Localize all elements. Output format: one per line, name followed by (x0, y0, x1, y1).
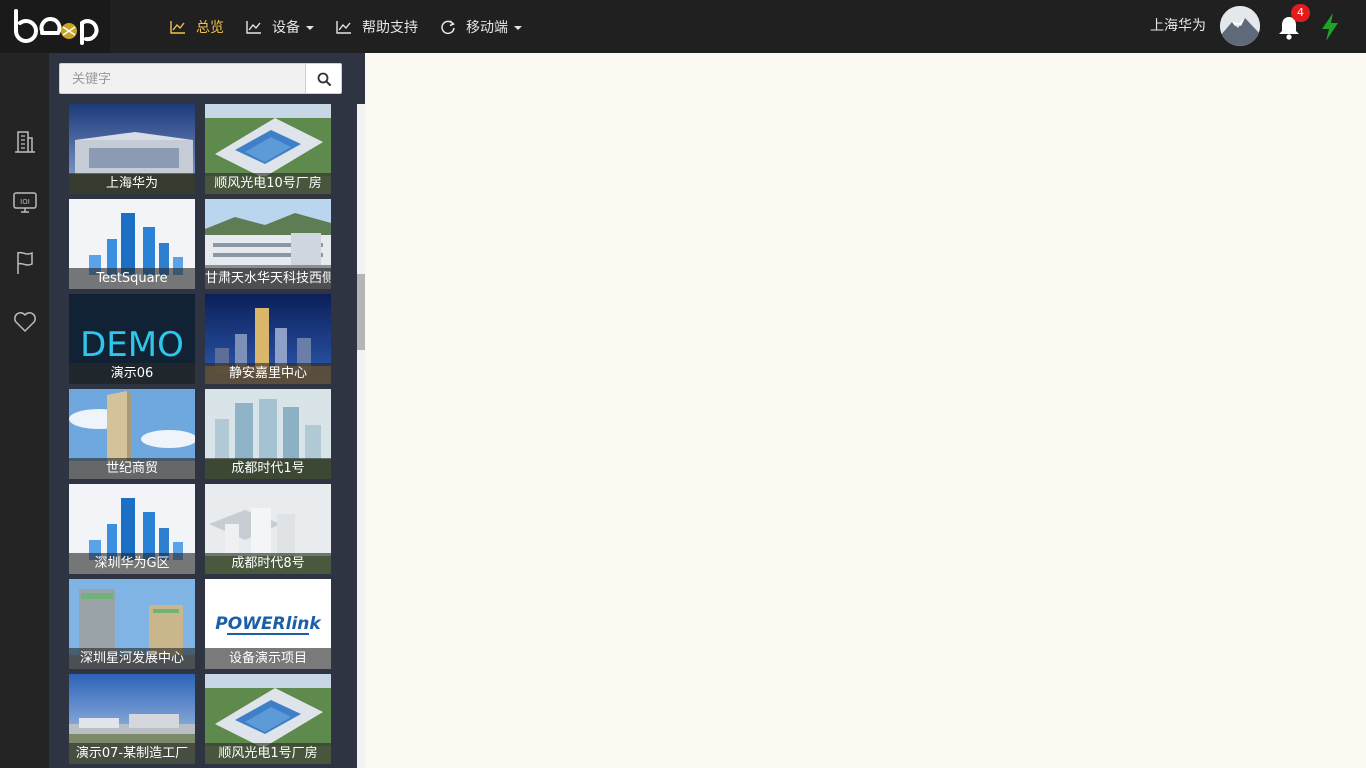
project-panel-scrollbar[interactable] (357, 104, 365, 768)
notification-badge: 4 (1291, 4, 1310, 22)
project-panel: 上海华为 顺风光电10号厂房 Te (49, 53, 365, 768)
search-box (59, 63, 342, 94)
avatar[interactable] (1220, 6, 1260, 46)
project-label: 演示07-某制造工厂 (69, 743, 195, 764)
beep-logo-icon (14, 9, 99, 45)
project-label: 顺风光电10号厂房 (205, 173, 331, 194)
nav-help-label: 帮助支持 (362, 19, 418, 36)
svg-text:IOI: IOI (20, 198, 30, 206)
project-card[interactable]: TestSquare (69, 199, 195, 289)
project-label: 深圳华为G区 (69, 553, 195, 574)
power-status[interactable] (1320, 12, 1340, 46)
main-nav: 总览 设备 帮助支持 移动端 (170, 0, 544, 53)
nav-mobile-label: 移动端 (466, 19, 508, 36)
project-card[interactable]: 甘肃天水华天科技西侧 (205, 199, 331, 289)
project-label: 甘肃天水华天科技西侧 (205, 268, 331, 289)
nav-overview-label: 总览 (196, 19, 224, 36)
project-label: 顺风光电1号厂房 (205, 743, 331, 764)
project-card[interactable]: 上海华为 (69, 104, 195, 194)
powerlink-logo-text: POWERlink (215, 614, 322, 634)
top-navbar: 总览 设备 帮助支持 移动端 上海华为 4 (0, 0, 1366, 53)
project-card[interactable]: 顺风光电1号厂房 (205, 674, 331, 764)
project-card[interactable]: POWERlink 设备演示项目 (205, 579, 331, 669)
search-icon (317, 72, 331, 86)
project-card[interactable]: 顺风光电10号厂房 (205, 104, 331, 194)
left-rail: IOI (0, 53, 49, 768)
project-card[interactable]: 深圳星河发展中心 (69, 579, 195, 669)
project-card[interactable]: 成都时代1号 (205, 389, 331, 479)
rail-flag-button[interactable] (12, 249, 38, 275)
project-label: 世纪商贸 (69, 458, 195, 479)
search-button[interactable] (305, 63, 342, 94)
line-chart-icon (336, 20, 351, 34)
project-label: 演示06 (69, 363, 195, 384)
nav-devices-label: 设备 (272, 19, 300, 36)
project-label: 成都时代1号 (205, 458, 331, 479)
rail-monitor-button[interactable]: IOI (12, 189, 38, 215)
chevron-down-icon (514, 25, 522, 30)
user-name[interactable]: 上海华为 (1150, 0, 1206, 53)
line-chart-icon (246, 20, 261, 34)
project-card[interactable]: DEMO 演示06 (69, 294, 195, 384)
project-card[interactable]: 世纪商贸 (69, 389, 195, 479)
monitor-icon: IOI (13, 192, 37, 213)
project-label: 设备演示项目 (205, 648, 331, 669)
project-label: 静安嘉里中心 (205, 363, 331, 384)
rail-buildings-button[interactable] (12, 128, 38, 154)
refresh-icon (441, 19, 455, 34)
project-card[interactable]: 演示07-某制造工厂 (69, 674, 195, 764)
heart-icon (14, 312, 36, 332)
mountain-avatar-icon (1220, 6, 1260, 46)
rail-favorites-button[interactable] (12, 309, 38, 335)
project-label: TestSquare (69, 268, 195, 289)
logo[interactable] (0, 0, 110, 53)
nav-help[interactable]: 帮助支持 (336, 0, 418, 53)
project-grid: 上海华为 顺风光电10号厂房 TestSquare 甘肃天水华天科技西侧 DEM… (69, 104, 339, 768)
project-label: 成都时代8号 (205, 553, 331, 574)
demo-logo-text: DEMO (80, 325, 184, 365)
project-label: 深圳星河发展中心 (69, 648, 195, 669)
line-chart-icon (170, 20, 185, 34)
building-icon (15, 131, 35, 153)
scrollbar-thumb[interactable] (357, 274, 365, 350)
flag-icon (17, 251, 33, 274)
nav-overview[interactable]: 总览 (170, 0, 224, 53)
nav-mobile[interactable]: 移动端 (440, 0, 522, 53)
project-card[interactable]: 成都时代8号 (205, 484, 331, 574)
main-content (365, 53, 1366, 768)
chevron-down-icon (306, 25, 314, 30)
nav-devices[interactable]: 设备 (246, 0, 314, 53)
project-label: 上海华为 (69, 173, 195, 194)
search-input[interactable] (59, 63, 305, 94)
project-card[interactable]: 深圳华为G区 (69, 484, 195, 574)
project-card[interactable]: 静安嘉里中心 (205, 294, 331, 384)
lightning-bolt-icon (1322, 13, 1338, 41)
